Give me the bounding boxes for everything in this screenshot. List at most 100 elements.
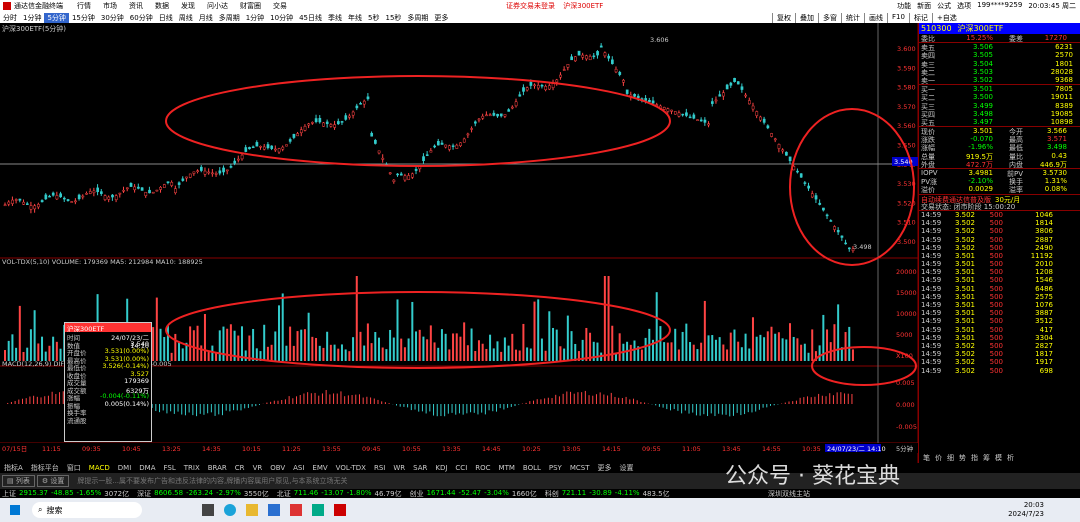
app-icon[interactable] — [312, 504, 324, 516]
tick-list[interactable]: 14:59 3.502 500 1046 14:59 3.502 500 1814 14:59 3… — [919, 209, 1080, 375]
menu-item[interactable]: 行情 — [71, 1, 97, 11]
indicator-tab[interactable]: TRIX — [180, 464, 204, 472]
indicator-tab[interactable]: RSI — [370, 464, 389, 472]
toolbar-button[interactable]: 统计 — [841, 12, 864, 23]
panel-tab[interactable]: 模 — [995, 453, 1002, 463]
windows-start-icon[interactable] — [10, 505, 20, 515]
indicator-tab[interactable]: CCI — [451, 464, 471, 472]
period-tab[interactable]: 15秒 — [382, 13, 404, 23]
search-box[interactable]: ⌕ 搜索 — [32, 502, 142, 518]
toolbar-button[interactable]: 复权 — [772, 12, 795, 23]
store-icon[interactable] — [268, 504, 280, 516]
panel-tab[interactable]: 指 — [971, 453, 978, 463]
edge-icon[interactable] — [224, 504, 236, 516]
indicator-tab[interactable]: MCST — [566, 464, 594, 472]
title-function[interactable]: 功能 — [897, 1, 911, 11]
menu-item[interactable]: 市场 — [97, 1, 123, 11]
indicator-tab[interactable]: VOL-TDX — [332, 464, 370, 472]
indicator-tab[interactable]: KDJ — [431, 464, 451, 472]
list-button[interactable]: ▤ 列表 — [2, 475, 35, 487]
index-quote[interactable]: 深证 8606.58 -263.24 -2.97% 3550亿 — [137, 489, 269, 499]
indicator-tab[interactable]: MTM — [495, 464, 519, 472]
taskview-icon[interactable] — [202, 504, 214, 516]
indicator-tab[interactable]: SAR — [409, 464, 431, 472]
indicator-tab[interactable]: WR — [389, 464, 409, 472]
index-quote[interactable]: 创业 1671.44 -52.47 -3.04% 1660亿 — [410, 489, 537, 499]
menu-item[interactable]: 资讯 — [123, 1, 149, 11]
indicator-tab[interactable]: BRAR — [204, 464, 231, 472]
ad-row[interactable]: 自动续费通达信普及版 30元/月 — [919, 193, 1080, 204]
panel-tab[interactable]: 析 — [1007, 453, 1014, 463]
menu-item[interactable]: 发现 — [175, 1, 201, 11]
indicator-tab[interactable]: VR — [249, 464, 267, 472]
indicator-tab[interactable]: PSY — [545, 464, 566, 472]
folder-icon[interactable] — [246, 504, 258, 516]
toolbar-button[interactable]: 多窗 — [818, 12, 841, 23]
toolbar-button[interactable]: +自选 — [931, 12, 961, 23]
menu-item[interactable]: 问小达 — [201, 1, 234, 11]
period-tab[interactable]: 更多 — [431, 13, 451, 23]
panel-tab[interactable]: 笔 — [923, 453, 930, 463]
period-tab[interactable]: 45日线 — [296, 13, 325, 23]
period-tab[interactable]: 1分钟 — [20, 13, 44, 23]
candle-body — [55, 195, 59, 200]
indicator-tab[interactable]: OBV — [266, 464, 289, 472]
indicator-tab[interactable]: ASI — [289, 464, 308, 472]
chart-title: 沪深300ETF(5分钟) — [2, 24, 66, 33]
toolbar-button[interactable]: 标记 — [908, 12, 932, 23]
period-tab[interactable]: 5秒 — [365, 13, 382, 23]
period-tab[interactable]: 60分钟 — [127, 13, 156, 23]
indicator-tab[interactable]: 指标A — [0, 463, 27, 473]
period-tab[interactable]: 月线 — [196, 13, 216, 23]
menu-item[interactable]: 交易 — [267, 1, 293, 11]
user-account[interactable]: 199****9259 — [977, 1, 1022, 11]
pdf-icon[interactable] — [290, 504, 302, 516]
menu-item[interactable]: 数据 — [149, 1, 175, 11]
tdx-icon[interactable] — [334, 504, 346, 516]
period-tab[interactable]: 1分钟 — [243, 13, 267, 23]
title-function[interactable]: 选项 — [957, 1, 971, 11]
title-function[interactable]: 新面 — [917, 1, 931, 11]
index-quote[interactable]: 上证 2915.37 -48.85 -1.65% 3072亿 — [2, 489, 129, 499]
indicator-tab[interactable]: BOLL — [519, 464, 545, 472]
tooltip-label: 成交量 — [67, 379, 87, 387]
period-tab[interactable]: 多周期 — [216, 13, 243, 23]
period-tab[interactable]: 15分钟 — [69, 13, 98, 23]
indicator-tab[interactable]: EMV — [308, 464, 331, 472]
settings-button[interactable]: ⚙ 设置 — [36, 475, 70, 487]
login-notice[interactable]: 证券交易未登录 沪深300ETF — [506, 1, 603, 11]
panel-tab[interactable]: 筹 — [983, 453, 990, 463]
indicator-tab[interactable]: 更多 — [594, 463, 616, 473]
indicator-tab[interactable]: CR — [231, 464, 249, 472]
indicator-tab[interactable]: 指标平台 — [27, 463, 63, 473]
title-function[interactable]: 公式 — [937, 1, 951, 11]
period-tab[interactable]: 年线 — [345, 13, 365, 23]
toolbar-button[interactable]: F10 — [887, 12, 909, 23]
panel-tab[interactable]: 势 — [959, 453, 966, 463]
period-tab[interactable]: 周线 — [176, 13, 196, 23]
volume-bar — [640, 349, 643, 361]
indicator-tab[interactable]: 窗口 — [63, 463, 85, 473]
candle-body — [103, 195, 107, 200]
index-quote[interactable]: 北证 711.46 -13.07 -1.80% 46.79亿 — [277, 489, 402, 499]
panel-tab[interactable]: 细 — [947, 453, 954, 463]
period-tab[interactable]: 日线 — [156, 13, 176, 23]
toolbar-button[interactable]: 叠加 — [795, 12, 818, 23]
period-tab[interactable]: 30分钟 — [98, 13, 127, 23]
menu-item[interactable]: 财富圈 — [234, 1, 267, 11]
period-tab[interactable]: 分时 — [0, 13, 20, 23]
period-tab[interactable]: 10分钟 — [267, 13, 296, 23]
period-tab[interactable]: 季线 — [325, 13, 345, 23]
indicator-tab[interactable]: ROC — [471, 464, 494, 472]
panel-tab[interactable]: 价 — [935, 453, 942, 463]
indicator-tab[interactable]: DMA — [135, 464, 159, 472]
period-tab[interactable]: 5分钟 — [44, 12, 69, 23]
indicator-tab[interactable]: FSL — [160, 464, 180, 472]
index-quote[interactable]: 科创 721.11 -30.89 -4.11% 483.5亿 — [545, 489, 670, 499]
indicator-tab[interactable]: MACD — [85, 464, 114, 472]
volume-bar — [707, 335, 710, 361]
indicator-tab[interactable]: 设置 — [616, 463, 638, 473]
indicator-tab[interactable]: DMI — [114, 464, 136, 472]
toolbar-button[interactable]: 画线 — [864, 12, 887, 23]
period-tab[interactable]: 多周期 — [404, 13, 431, 23]
